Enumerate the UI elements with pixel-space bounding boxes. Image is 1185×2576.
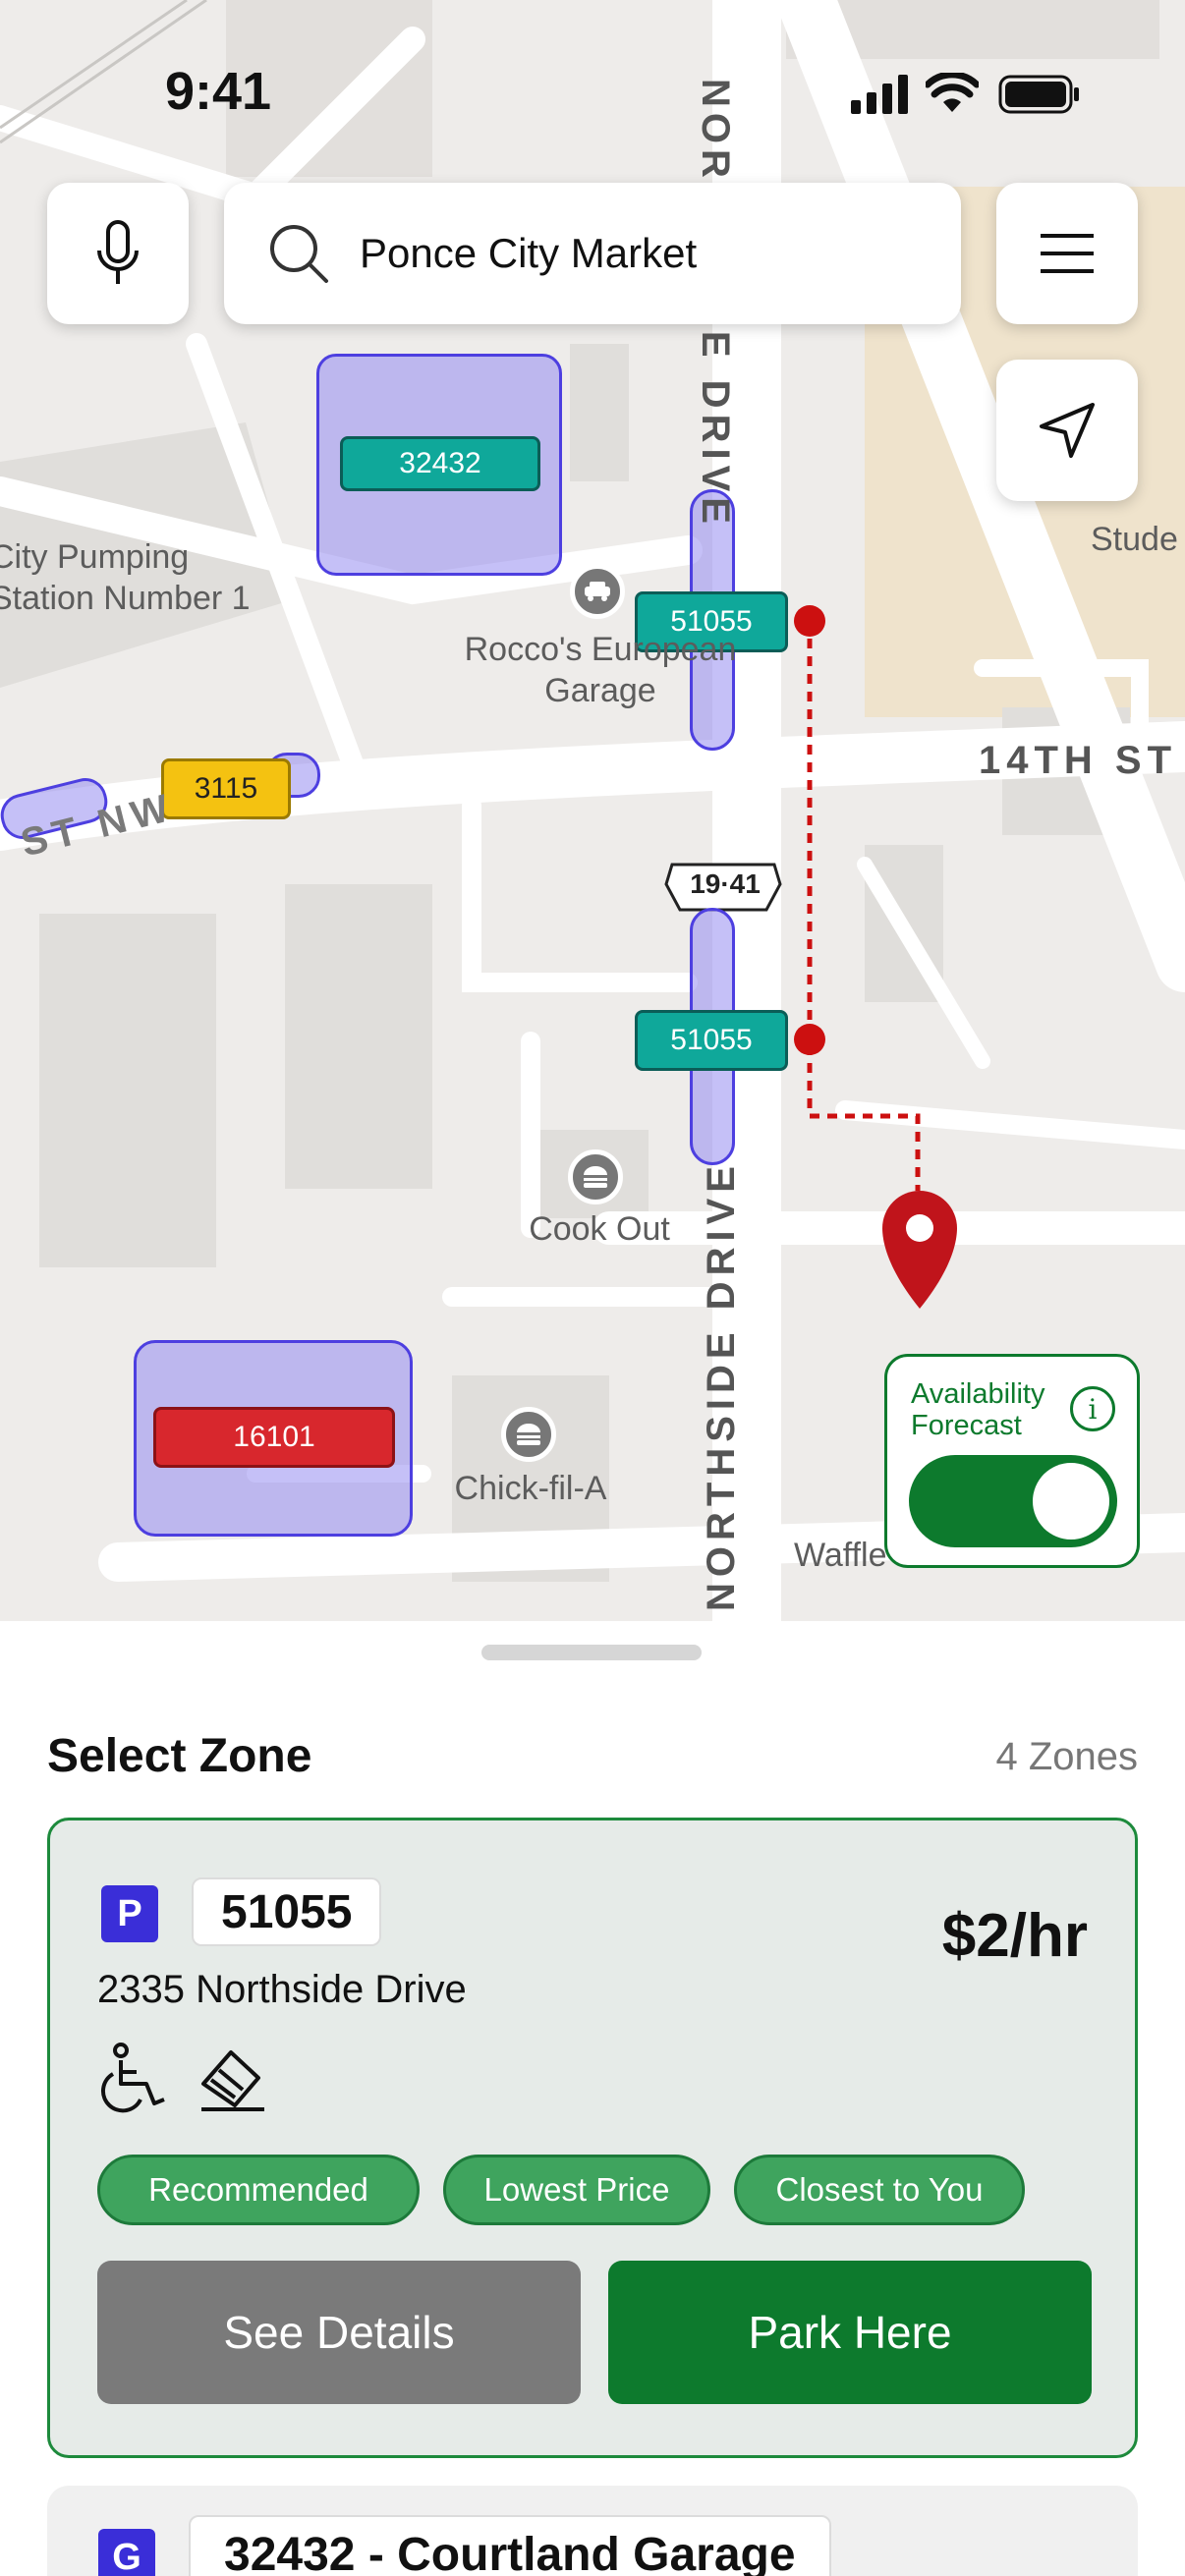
hamburger-icon	[1041, 234, 1094, 273]
garage-poi-icon[interactable]	[570, 564, 625, 619]
zone-id: 32432 - Courtland Garage	[189, 2515, 831, 2576]
search-icon	[270, 225, 328, 283]
zone-badge[interactable]: 32432	[340, 436, 540, 491]
signal-icon	[851, 75, 908, 114]
search-query: Ponce City Market	[360, 230, 698, 276]
burger-poi-icon[interactable]	[568, 1149, 623, 1204]
garage-badge: G	[98, 2529, 155, 2576]
zone-badge[interactable]: 16101	[153, 1407, 395, 1468]
availability-forecast-panel: Availability Forecast i	[884, 1354, 1140, 1568]
zone-card-selected[interactable]: P 51055 $2/hr 2335 Northside Drive Recom…	[47, 1818, 1138, 2458]
sheet-title: Select Zone	[47, 1730, 312, 1782]
wifi-icon	[926, 73, 979, 112]
burger-poi-icon[interactable]	[501, 1407, 556, 1462]
place-label-stude: Stude	[1091, 521, 1178, 558]
route-shield: 19·41	[690, 868, 761, 899]
tag-closest: Closest to You	[734, 2155, 1025, 2225]
street-label-14th: 14TH ST	[979, 739, 1178, 782]
zone-id: 51055	[192, 1877, 382, 1946]
sheet-drag-handle[interactable]	[481, 1645, 702, 1660]
menu-button[interactable]	[996, 183, 1138, 324]
place-label-pumping: City Pumping Station Number 1	[0, 538, 251, 617]
forecast-toggle[interactable]	[909, 1455, 1117, 1547]
search-input[interactable]: Ponce City Market	[224, 183, 961, 324]
street-label-northside-bottom: NORTHSIDE DRIVE	[700, 1160, 743, 1611]
place-label-waffle: Waffle	[794, 1537, 887, 1574]
microphone-icon	[97, 220, 139, 284]
voice-search-button[interactable]	[47, 183, 189, 324]
place-label-roccos: Rocco's European Garage	[464, 631, 737, 709]
zone-badge[interactable]: 3115	[161, 758, 291, 819]
zone-count: 4 Zones	[995, 1735, 1138, 1778]
place-label-chick-fil-a: Chick-fil-A	[454, 1470, 607, 1507]
info-icon[interactable]: i	[1070, 1386, 1115, 1431]
my-location-button[interactable]	[996, 360, 1138, 501]
ev-charging-icon	[201, 2050, 264, 2111]
place-label-cook-out: Cook Out	[529, 1210, 670, 1248]
forecast-label: Availability Forecast	[911, 1378, 1045, 1441]
zone-badge[interactable]: 51055	[635, 1010, 788, 1071]
map-view[interactable]: 32432 51055 3115 51055 16101 NORTHSIDE D…	[0, 0, 1185, 1621]
parking-badge: P	[101, 1885, 158, 1942]
toggle-knob	[1033, 1463, 1109, 1540]
zone-price: $2/hr	[941, 1902, 1088, 1970]
battery-icon	[998, 75, 1079, 114]
park-here-button[interactable]: Park Here	[608, 2261, 1092, 2404]
zone-selection-sheet: Select Zone 4 Zones P 51055 $2/hr 2335 N…	[0, 1621, 1185, 2576]
zone-address: 2335 Northside Drive	[97, 1968, 467, 2011]
tag-lowest-price: Lowest Price	[443, 2155, 710, 2225]
see-details-button[interactable]: See Details	[97, 2261, 581, 2404]
zone-card[interactable]: G 32432 - Courtland Garage	[47, 2486, 1138, 2576]
tag-recommended: Recommended	[97, 2155, 420, 2225]
wheelchair-icon	[100, 2043, 165, 2113]
status-time: 9:41	[165, 62, 272, 121]
navigation-arrow-icon	[1040, 403, 1095, 458]
